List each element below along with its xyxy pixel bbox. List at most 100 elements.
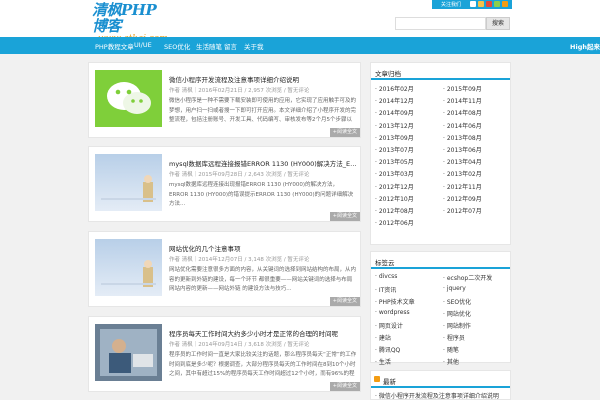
- tag-link[interactable]: · PHP技术文章: [375, 297, 415, 306]
- post-meta: 作者 清枫｜2015年09月28日 / 2,643 次浏览 / 暂无评论: [169, 172, 310, 178]
- archive-link-label: 2012年12月: [378, 183, 414, 191]
- archives-widget: 文章归档 · 2016年02月 · 2014年12月 · 2014年09月 · 201…: [370, 62, 511, 245]
- tag-link[interactable]: · SEO优化: [443, 297, 471, 306]
- nav-item-high[interactable]: High起来: [570, 41, 600, 51]
- tag-link-label: SEO优化: [446, 299, 472, 306]
- tag-link[interactable]: · 随笔: [443, 345, 459, 354]
- post-thumbnail[interactable]: [95, 239, 162, 296]
- archive-link-label: 2013年02月: [446, 171, 482, 179]
- rss-icon: [374, 376, 380, 382]
- nav-item-about[interactable]: 关于我: [244, 41, 264, 51]
- tag-link-label: 生活: [378, 359, 391, 366]
- tag-link-label: 程序员: [446, 335, 465, 342]
- qq-icon[interactable]: [470, 1, 476, 7]
- post-title[interactable]: mysql数据库远程连接报错ERROR 1130 (HY000)解决方法_ERR…: [169, 158, 357, 168]
- archive-link-label: 2013年05月: [378, 159, 414, 167]
- nav-item-seo[interactable]: SEO优化: [164, 41, 190, 51]
- tags-widget: 标签云 · divcss · IT资讯 · PHP技术文章 · wordpress · …: [370, 251, 511, 366]
- recent-item[interactable]: · 微信小程序开发流程及注意事项详细介绍说明: [375, 391, 499, 400]
- tag-link[interactable]: · 程序员: [443, 333, 465, 342]
- nav-item-life[interactable]: 生活随笔: [196, 41, 222, 51]
- archive-link[interactable]: · 2013年02月: [443, 169, 482, 178]
- post-thumbnail[interactable]: [95, 154, 162, 211]
- archive-link[interactable]: · 2012年08月: [375, 206, 414, 215]
- tag-link[interactable]: · IT资讯: [375, 285, 396, 294]
- archive-link[interactable]: · 2013年05月: [375, 157, 414, 166]
- tag-link[interactable]: · wordpress: [375, 309, 410, 316]
- weibo-icon[interactable]: [478, 1, 484, 7]
- tag-link[interactable]: · 其他: [443, 357, 459, 366]
- tags-title: 标签云: [371, 252, 510, 269]
- archive-link[interactable]: · 2012年06月: [375, 218, 414, 227]
- recent-title: 最新: [371, 371, 510, 388]
- read-more-button[interactable]: +阅读全文: [329, 212, 360, 221]
- post-title[interactable]: 程序员每天工作时间大约多少小时才是正常的合理的时间呢: [169, 328, 357, 338]
- site-header: 清枫PHP博客 www.qtkai.com 关注我们 搜索: [0, 0, 600, 44]
- archive-link[interactable]: · 2013年08月: [443, 133, 482, 142]
- tag-link-label: wordpress: [378, 309, 410, 316]
- post-meta: 作者 清枫｜2014年12月07日 / 3,148 次浏览 / 暂无评论: [169, 257, 310, 263]
- tag-link-label: jquery: [446, 285, 466, 292]
- archives-title: 文章归档: [371, 63, 510, 80]
- site-logo[interactable]: 清枫PHP博客 www.qtkai.com: [92, 2, 168, 44]
- archive-link-label: 2012年07月: [446, 208, 482, 215]
- wechat-icon[interactable]: [494, 1, 500, 7]
- archive-link-label: 2012年10月: [378, 195, 414, 203]
- recent-title-text: 最新: [383, 378, 396, 386]
- archive-link[interactable]: · 2013年12月: [375, 121, 414, 130]
- archive-link[interactable]: · 2012年10月: [375, 194, 414, 203]
- post-title[interactable]: 微信小程序开发流程及注意事项详细介绍说明: [169, 74, 357, 84]
- archive-link[interactable]: · 2013年07月: [375, 145, 414, 154]
- rss-feed-icon[interactable]: [502, 1, 508, 7]
- tencent-weibo-icon[interactable]: [486, 1, 492, 7]
- archive-link[interactable]: · 2014年09月: [375, 108, 414, 117]
- archive-link[interactable]: · 2014年12月: [375, 96, 414, 105]
- search-input[interactable]: [395, 17, 486, 30]
- nav-item-php[interactable]: PHP教程文章: [95, 41, 134, 51]
- archive-link[interactable]: · 2013年03月: [375, 169, 414, 178]
- archive-link[interactable]: · 2016年02月: [375, 84, 414, 93]
- read-more-button[interactable]: +阅读全文: [329, 382, 360, 391]
- read-more-button[interactable]: +阅读全文: [329, 128, 360, 137]
- archive-link[interactable]: · 2013年09月: [375, 133, 414, 142]
- tag-link[interactable]: · 生活: [375, 357, 391, 366]
- tag-link[interactable]: · ecshop二次开发: [443, 273, 492, 282]
- archive-link[interactable]: · 2012年12月: [375, 182, 414, 191]
- archive-link-label: 2013年12月: [378, 122, 414, 130]
- tag-link-label: 网页设计: [378, 323, 403, 330]
- tag-link[interactable]: · 网页设计: [375, 321, 403, 330]
- tag-link[interactable]: · 网站优化: [443, 309, 471, 318]
- archive-link-label: 2013年04月: [446, 159, 482, 167]
- archive-link[interactable]: · 2012年09月: [443, 194, 482, 203]
- archive-link[interactable]: · 2012年07月: [443, 206, 482, 215]
- archive-link[interactable]: · 2014年06月: [443, 121, 482, 130]
- archive-link-label: 2013年06月: [446, 147, 482, 154]
- post-excerpt: 微信小程序是一种不需要下载安装即可使用的应用，它实现了应用触手可及的梦想，用户扫…: [169, 98, 357, 123]
- tag-link-label: 其他: [446, 359, 459, 366]
- archive-link[interactable]: · 2014年08月: [443, 108, 482, 117]
- tag-link[interactable]: · divcss: [375, 273, 397, 280]
- post-card: 网站优化的几个注意事项 作者 清枫｜2014年12月07日 / 3,148 次浏…: [88, 231, 361, 307]
- archive-link[interactable]: · 2015年09月: [443, 84, 482, 93]
- nav-item-uiue[interactable]: UI/UE: [134, 41, 152, 49]
- archive-link-label: 2016年02月: [378, 86, 414, 93]
- archive-link[interactable]: · 2013年04月: [443, 157, 482, 166]
- post-thumbnail[interactable]: [95, 324, 162, 381]
- tag-link[interactable]: · 建站: [375, 333, 391, 342]
- post-thumbnail-wechat[interactable]: [95, 70, 162, 127]
- post-title[interactable]: 网站优化的几个注意事项: [169, 243, 357, 253]
- read-more-button[interactable]: +阅读全文: [329, 297, 360, 306]
- archive-link-label: 2014年06月: [446, 122, 482, 130]
- tag-link[interactable]: · jquery: [443, 285, 466, 292]
- archive-link-label: 2014年11月: [446, 98, 482, 106]
- archive-link-label: 2014年08月: [446, 110, 482, 118]
- archive-link[interactable]: · 2012年11月: [443, 182, 482, 191]
- archive-link[interactable]: · 2013年06月: [443, 145, 482, 154]
- tag-link[interactable]: · 腾讯QQ: [375, 345, 400, 354]
- recent-widget: 最新 · 微信小程序开发流程及注意事项详细介绍说明: [370, 370, 511, 400]
- nav-item-message[interactable]: 留言: [224, 41, 237, 51]
- tag-link-label: ecshop二次开发: [446, 275, 493, 282]
- tag-link[interactable]: · 网站制作: [443, 321, 471, 330]
- search-button[interactable]: 搜索: [486, 17, 510, 30]
- archive-link[interactable]: · 2014年11月: [443, 96, 482, 105]
